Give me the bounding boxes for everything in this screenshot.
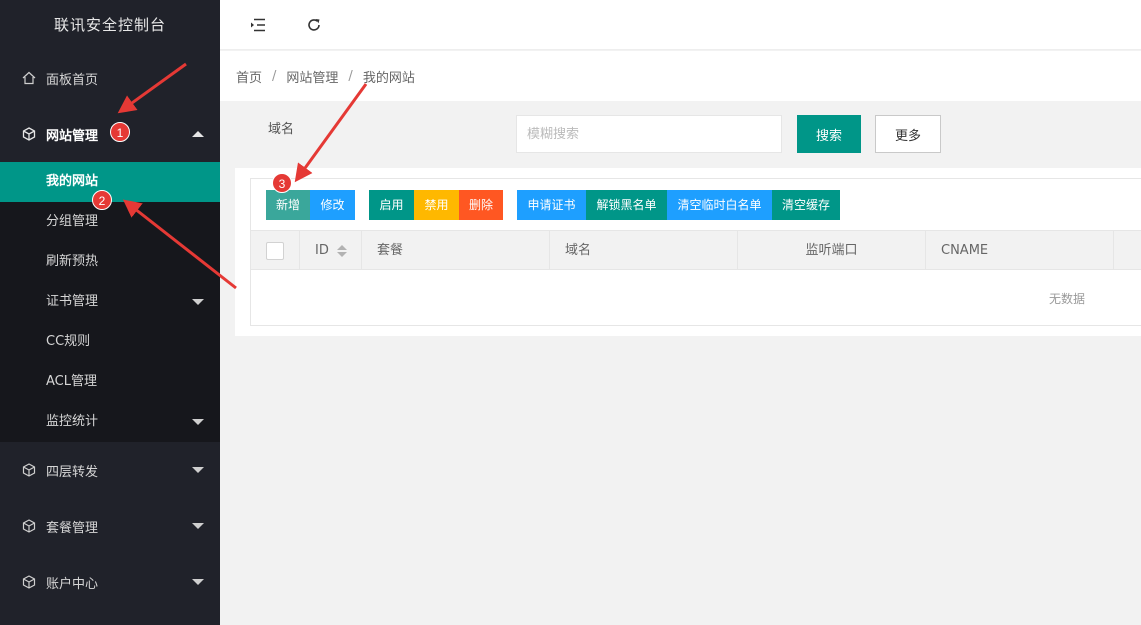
sidebar-subitem-label: 证书管理 — [46, 294, 99, 309]
caret-down-icon — [192, 523, 204, 529]
caret-down-icon — [192, 299, 204, 305]
column-header-cname: CNAME — [926, 231, 1114, 270]
breadcrumb-current: 我的网站 — [362, 70, 415, 86]
annotation-badge-3: 3 — [272, 173, 292, 193]
breadcrumb-website-management[interactable]: 网站管理 — [286, 67, 338, 86]
cube-icon — [20, 463, 38, 477]
sidebar-subitem-label: ACL管理 — [46, 374, 97, 389]
breadcrumb: 首页 / 网站管理 / 我的网站 — [220, 51, 1141, 101]
sidebar-subitem-monitoring-stats[interactable]: 监控统计 — [0, 402, 220, 442]
sidebar-item-label: 网站管理 — [46, 128, 99, 144]
table-header: ID 套餐 域名 监听端口 CNAME — [251, 231, 1141, 270]
sidebar-subitem-cc-rules[interactable]: CC规则 — [0, 322, 220, 362]
indent-icon[interactable] — [248, 15, 268, 35]
select-all-cell — [251, 231, 300, 270]
sidebar-subitem-label: CC规则 — [46, 334, 91, 349]
edit-button[interactable]: 修改 — [310, 190, 355, 220]
table-card: 新增 修改 启用 禁用 删除 申请证书 解锁黑名单 清空临时白名单 清空缓存 I… — [235, 168, 1141, 336]
sidebar-item-dashboard[interactable]: 面板首页 — [0, 50, 220, 106]
breadcrumb-separator: / — [348, 68, 353, 84]
empty-text: 无数据 — [1049, 292, 1086, 306]
caret-down-icon — [192, 467, 204, 473]
add-button[interactable]: 新增 — [266, 190, 310, 220]
sidebar-item-package-management[interactable]: 套餐管理 — [0, 498, 220, 554]
sidebar-item-account-center[interactable]: 账户中心 — [0, 554, 220, 610]
table-toolbar: 新增 修改 启用 禁用 删除 申请证书 解锁黑名单 清空临时白名单 清空缓存 — [251, 179, 1141, 231]
delete-button[interactable]: 删除 — [459, 190, 503, 220]
sidebar-subitem-refresh-preheat[interactable]: 刷新预热 — [0, 242, 220, 282]
column-header-package: 套餐 — [362, 231, 550, 270]
select-all-checkbox[interactable] — [266, 242, 284, 260]
clear-cache-button[interactable]: 清空缓存 — [772, 190, 840, 220]
column-header-listen-port: 监听端口 — [738, 231, 926, 270]
column-header-id[interactable]: ID — [300, 231, 362, 270]
home-icon — [20, 71, 38, 85]
cube-icon — [20, 519, 38, 533]
cube-icon — [20, 575, 38, 589]
caret-down-icon — [192, 419, 204, 425]
sidebar: 联讯安全控制台 面板首页 网站管理 我的网站 分组管理 刷新预热 证书管理 CC… — [0, 0, 220, 625]
column-header-domain: 域名 — [550, 231, 738, 270]
search-button[interactable]: 搜索 — [797, 115, 861, 153]
annotation-badge-2: 2 — [92, 190, 112, 210]
clear-temp-whitelist-button[interactable]: 清空临时白名单 — [667, 190, 772, 220]
sidebar-item-label: 四层转发 — [46, 464, 99, 480]
unlock-blacklist-button[interactable]: 解锁黑名单 — [586, 190, 667, 220]
sidebar-subitem-label: 分组管理 — [46, 214, 99, 229]
disable-button[interactable]: 禁用 — [414, 190, 459, 220]
sidebar-subitem-label: 刷新预热 — [46, 254, 99, 269]
domain-search-input[interactable] — [516, 115, 782, 153]
sidebar-subitem-label: 我的网站 — [46, 174, 99, 189]
sidebar-item-label: 账户中心 — [46, 576, 99, 592]
app-title: 联讯安全控制台 — [0, 0, 220, 50]
sidebar-item-label: 面板首页 — [46, 72, 99, 88]
sidebar-item-layer4-forwarding[interactable]: 四层转发 — [0, 442, 220, 498]
sidebar-item-label: 套餐管理 — [46, 520, 99, 536]
sidebar-subitem-label: 监控统计 — [46, 414, 99, 429]
column-header-label: ID — [315, 243, 329, 258]
breadcrumb-home[interactable]: 首页 — [236, 67, 262, 86]
sort-icon[interactable] — [336, 244, 347, 257]
refresh-icon[interactable] — [304, 15, 324, 35]
empty-state: 无数据 — [251, 271, 1141, 327]
sidebar-subitem-certificate-management[interactable]: 证书管理 — [0, 282, 220, 322]
annotation-badge-1: 1 — [110, 122, 130, 142]
caret-up-icon — [192, 131, 204, 137]
cube-icon — [20, 127, 38, 141]
breadcrumb-separator: / — [272, 68, 277, 84]
domain-label: 域名 — [268, 122, 295, 137]
apply-certificate-button[interactable]: 申请证书 — [517, 190, 586, 220]
enable-button[interactable]: 启用 — [369, 190, 414, 220]
sidebar-subitem-group-management[interactable]: 分组管理 — [0, 202, 220, 242]
top-header — [220, 0, 1141, 50]
data-table: 新增 修改 启用 禁用 删除 申请证书 解锁黑名单 清空临时白名单 清空缓存 I… — [250, 178, 1141, 326]
more-button[interactable]: 更多 — [875, 115, 941, 153]
caret-down-icon — [192, 579, 204, 585]
sidebar-subitem-acl-management[interactable]: ACL管理 — [0, 362, 220, 402]
